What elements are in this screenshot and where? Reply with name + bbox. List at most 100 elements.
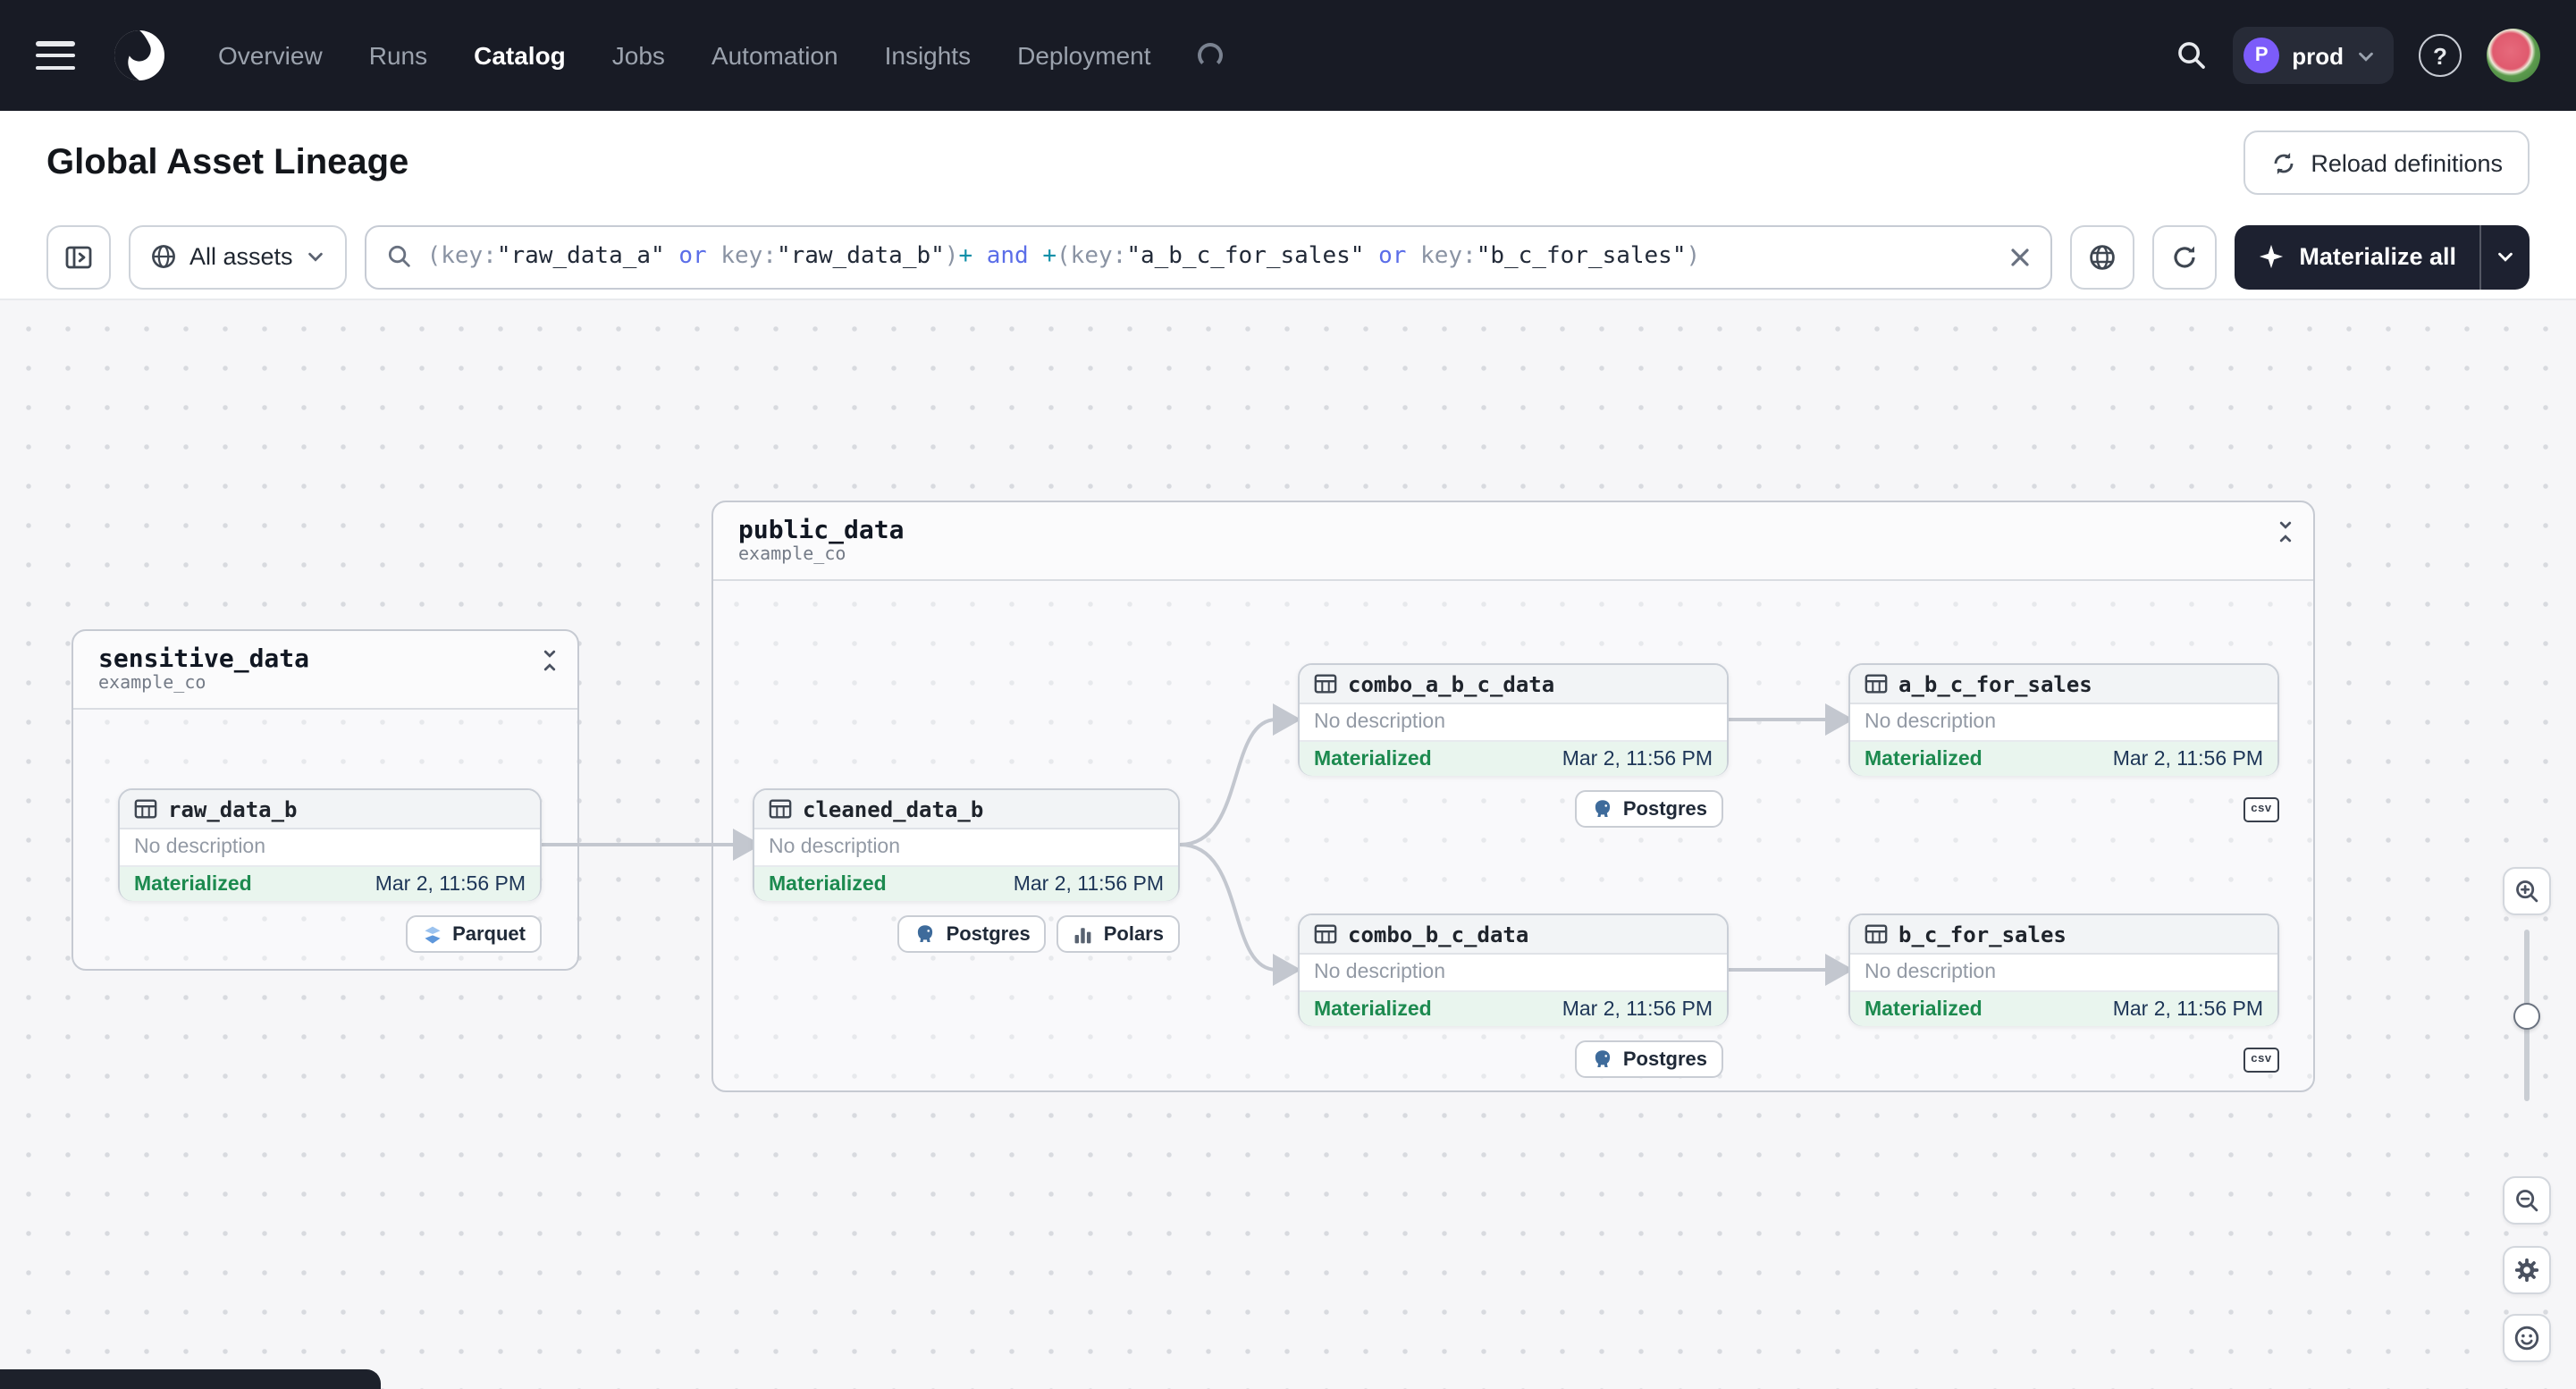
query-segment: "b_c_for_sales": [1476, 243, 1687, 270]
top-nav: Overview Runs Catalog Jobs Automation In…: [0, 0, 2576, 111]
kind-tags-b_c_for_sales: csv: [2243, 1040, 2279, 1078]
nav-item-insights[interactable]: Insights: [885, 41, 972, 70]
csv-icon[interactable]: csv: [2243, 1047, 2279, 1072]
query-segment: ): [944, 243, 959, 270]
query-segment: or: [664, 243, 721, 270]
kind-tag-parquet[interactable]: Parquet: [406, 915, 542, 953]
nav-right: P prod ?: [2176, 27, 2540, 84]
group-header[interactable]: public_data example_co: [713, 502, 2313, 581]
reload-definitions-button[interactable]: Reload definitions: [2243, 130, 2530, 195]
nav-item-jobs[interactable]: Jobs: [612, 41, 665, 70]
nav-item-overview[interactable]: Overview: [218, 41, 323, 70]
asset-scope-label: All assets: [189, 243, 293, 270]
materialized-status: Materialized: [1314, 748, 1432, 770]
refresh-button[interactable]: [2152, 224, 2218, 289]
group-subtitle: example_co: [738, 545, 846, 565]
asset-description: No description: [1300, 704, 1727, 742]
kind-tag-postgres[interactable]: Postgres: [1574, 790, 1723, 828]
materialized-status: Materialized: [769, 873, 887, 895]
asset-node-combo_b_c_data[interactable]: combo_b_c_data No description Materializ…: [1298, 913, 1729, 1026]
asset-status-row: Materialized Mar 2, 11:56 PM: [120, 867, 540, 901]
kind-tags-a_b_c_for_sales: csv: [2243, 790, 2279, 828]
kind-tags-cleaned_data_b: Postgres Polars: [897, 915, 1180, 953]
query-segment: and: [972, 243, 1043, 270]
kind-tag-postgres[interactable]: Postgres: [897, 915, 1047, 953]
zoom-in-button[interactable]: [2503, 867, 2551, 915]
graph-view-options-button[interactable]: [2070, 224, 2135, 289]
kind-tag-postgres[interactable]: Postgres: [1574, 1040, 1723, 1078]
materialized-status: Materialized: [1314, 998, 1432, 1020]
asset-status-row: Materialized Mar 2, 11:56 PM: [1300, 742, 1727, 776]
asset-node-a_b_c_for_sales[interactable]: a_b_c_for_sales No description Materiali…: [1848, 663, 2279, 776]
gear-icon: [2514, 1258, 2539, 1283]
asset-node-header: cleaned_data_b: [754, 790, 1178, 829]
lineage-canvas[interactable]: sensitive_data example_co public_data ex…: [0, 300, 2576, 1389]
asset-name: cleaned_data_b: [803, 796, 984, 821]
materialize-all-button[interactable]: Materialize all: [2235, 224, 2530, 289]
materialize-all-label: Materialize all: [2299, 243, 2456, 270]
asset-node-b_c_for_sales[interactable]: b_c_for_sales No description Materialize…: [1848, 913, 2279, 1026]
asset-node-combo_a_b_c_data[interactable]: combo_a_b_c_data No description Material…: [1298, 663, 1729, 776]
nav-item-automation[interactable]: Automation: [711, 41, 838, 70]
menu-icon[interactable]: [36, 41, 75, 70]
zoom-out-icon: [2516, 1190, 2538, 1212]
query-segment: or: [1364, 243, 1421, 270]
kind-tags-raw_data_b: Parquet: [406, 915, 542, 953]
asset-scope-dropdown[interactable]: All assets: [129, 224, 347, 289]
feedback-button[interactable]: [2503, 1314, 2551, 1362]
open-left-panel-button[interactable]: [46, 224, 111, 289]
materialize-all-main[interactable]: Materialize all: [2235, 224, 2479, 289]
group-header[interactable]: sensitive_data example_co: [73, 631, 577, 710]
table-icon: [1314, 674, 1337, 694]
materialized-status: Materialized: [134, 873, 252, 895]
asset-selection-input[interactable]: (key:"raw_data_a" or key:"raw_data_b")+ …: [364, 224, 2053, 289]
asset-name: b_c_for_sales: [1898, 922, 2067, 947]
zoom-slider-thumb[interactable]: [2513, 1003, 2540, 1030]
query-segment: +: [958, 243, 973, 270]
nav-item-deployment[interactable]: Deployment: [1017, 41, 1150, 70]
search-icon[interactable]: [2176, 39, 2208, 72]
csv-icon[interactable]: csv: [2243, 796, 2279, 821]
asset-node-raw_data_b[interactable]: raw_data_b No description Materialized M…: [118, 788, 542, 901]
table-icon: [1865, 674, 1888, 694]
materialized-status: Materialized: [1865, 998, 1983, 1020]
zoom-slider[interactable]: [2503, 930, 2551, 1158]
collapse-group-icon[interactable]: [2276, 520, 2295, 543]
chevron-down-icon: [2498, 252, 2513, 262]
query-segment: "raw_data_a": [496, 243, 665, 270]
asset-node-header: raw_data_b: [120, 790, 540, 829]
nav-item-runs[interactable]: Runs: [369, 41, 427, 70]
query-segment: (key:: [426, 243, 497, 270]
deployment-switcher[interactable]: P prod: [2233, 27, 2394, 84]
group-name: public_data: [738, 517, 905, 545]
page-title: Global Asset Lineage: [46, 142, 409, 181]
nav-item-catalog[interactable]: Catalog: [474, 41, 566, 70]
deployment-avatar: P: [2243, 38, 2280, 73]
asset-node-cleaned_data_b[interactable]: cleaned_data_b No description Materializ…: [753, 788, 1180, 901]
asset-name: combo_b_c_data: [1348, 922, 1529, 947]
materialize-options-caret[interactable]: [2479, 224, 2530, 289]
group-name: sensitive_data: [98, 645, 310, 674]
clear-query-icon[interactable]: [2009, 246, 2031, 267]
graph-settings-button[interactable]: [2503, 1246, 2551, 1294]
asset-status-row: Materialized Mar 2, 11:56 PM: [1850, 742, 2277, 776]
collapse-group-icon[interactable]: [540, 649, 560, 672]
zoom-out-button[interactable]: [2503, 1176, 2551, 1225]
asset-node-header: b_c_for_sales: [1850, 915, 2277, 955]
asset-status-row: Materialized Mar 2, 11:56 PM: [754, 867, 1178, 901]
postgres-icon: [1595, 800, 1610, 817]
help-icon[interactable]: ?: [2419, 34, 2462, 77]
deployment-name: prod: [2292, 42, 2344, 69]
user-avatar[interactable]: [2487, 29, 2540, 82]
filter-toolbar: All assets (key:"raw_data_a" or key:"raw…: [0, 215, 2576, 300]
minimap-panel-edge[interactable]: [0, 1369, 381, 1389]
query-segment: ): [1686, 243, 1701, 270]
dagster-logo[interactable]: [111, 27, 168, 84]
chevron-down-icon: [2359, 51, 2373, 61]
kind-tag-polars[interactable]: Polars: [1056, 915, 1180, 953]
postgres-icon: [918, 925, 933, 942]
group-subtitle: example_co: [98, 674, 206, 694]
materialized-timestamp: Mar 2, 11:56 PM: [1562, 998, 1713, 1020]
tag-label: Postgres: [1622, 798, 1707, 820]
table-icon: [1314, 924, 1337, 944]
